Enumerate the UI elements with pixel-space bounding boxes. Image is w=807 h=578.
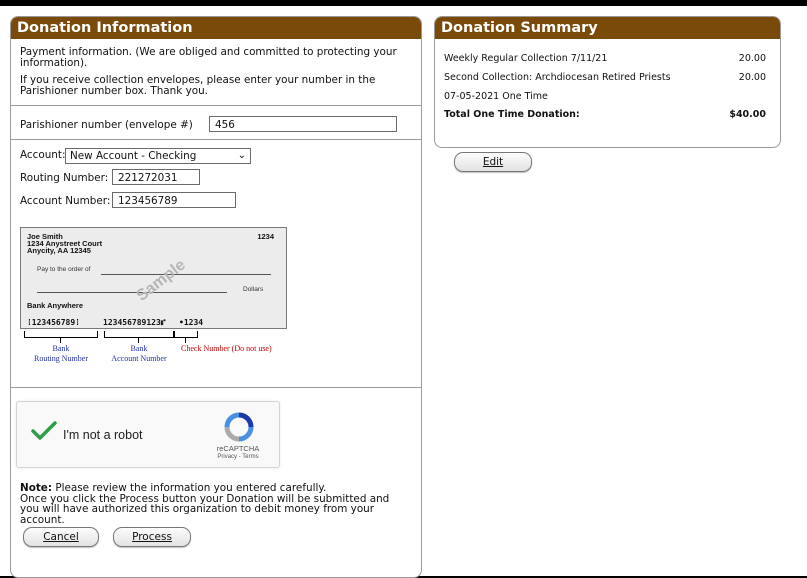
parishioner-number-input[interactable]: 456	[209, 116, 397, 132]
summary-item-amount: 20.00	[738, 72, 766, 83]
check-bracket	[174, 331, 198, 338]
account-pointer	[138, 337, 139, 343]
summary-total-label: Total One Time Donation:	[444, 109, 580, 120]
cancel-button-label: Cancel	[43, 531, 79, 543]
routing-bracket	[24, 331, 98, 338]
check-address2: Anycity, AA 12345	[27, 246, 91, 255]
summary-row: Second Collection: Archdiocesan Retired …	[444, 72, 766, 83]
edit-button[interactable]: Edit	[454, 152, 532, 172]
recaptcha-terms-link[interactable]: Privacy - Terms	[213, 454, 263, 460]
summary-total-row: Total One Time Donation: $40.00	[444, 109, 766, 120]
summary-row: Weekly Regular Collection 7/11/21 20.00	[444, 53, 766, 64]
edit-button-label: Edit	[482, 156, 504, 168]
summary-total-value: $40.00	[729, 109, 766, 120]
pay-to-line	[101, 274, 271, 275]
account-number-input[interactable]: 123456789	[112, 192, 236, 208]
bank-name: Bank Anywhere	[27, 301, 83, 310]
donation-information-panel: Donation Information Payment information…	[10, 16, 422, 578]
recaptcha-brand: reCAPTCHA	[216, 444, 260, 453]
recaptcha-logo-icon	[224, 412, 254, 442]
recaptcha-widget[interactable]: I'm not a robot reCAPTCHA Privacy - Term…	[16, 401, 280, 468]
check-number: 1234	[257, 232, 274, 241]
account-caption: Bank Account Number	[111, 344, 167, 363]
micr-account: 123456789123⑈	[103, 318, 166, 327]
sample-watermark: Sample	[133, 256, 189, 305]
summary-item-label: Second Collection: Archdiocesan Retired …	[444, 72, 671, 83]
amount-line	[37, 292, 227, 293]
process-button[interactable]: Process	[113, 527, 191, 547]
checkmark-icon[interactable]	[31, 420, 57, 442]
account-select[interactable]: New Account - Checking ⌄	[65, 148, 251, 164]
note-text: Note: Please review the information you …	[20, 483, 411, 525]
divider	[11, 105, 421, 106]
cancel-button[interactable]: Cancel	[23, 527, 99, 547]
summary-item-amount: 20.00	[738, 53, 766, 64]
dollars-label: Dollars	[243, 286, 264, 293]
summary-schedule: 07-05-2021 One Time	[444, 91, 548, 102]
donation-summary-header: Donation Summary	[435, 17, 780, 39]
parishioner-label: Parishioner number (envelope #)	[20, 119, 193, 131]
envelope-info-text: If you receive collection envelopes, ple…	[20, 74, 376, 97]
routing-number-input[interactable]: 221272031	[112, 169, 200, 185]
summary-item-label: Weekly Regular Collection 7/11/21	[444, 53, 608, 64]
routing-caption: Bank Routing Number	[34, 344, 88, 363]
divider	[11, 139, 421, 140]
pay-to-label: Pay to the order of	[37, 266, 91, 273]
donation-summary-panel: Donation Summary Weekly Regular Collecti…	[434, 16, 781, 148]
routing-pointer	[60, 337, 61, 343]
routing-label: Routing Number:	[20, 172, 109, 184]
chevron-down-icon: ⌄	[237, 150, 246, 161]
account-number-label: Account Number:	[20, 195, 111, 207]
note-text-2: Once you click the Process button your D…	[20, 492, 390, 526]
process-button-label: Process	[132, 531, 172, 543]
donation-information-header: Donation Information	[11, 17, 421, 39]
divider	[11, 387, 421, 388]
page: Donation Information Payment information…	[0, 6, 807, 578]
account-select-value: New Account - Checking	[70, 150, 197, 162]
check-sample-image: Joe Smith 1234 Anystreet Court Anycity, …	[20, 227, 287, 329]
payment-info-text: Payment information. (We are obliged and…	[20, 46, 397, 69]
micr-check: •1234	[179, 318, 204, 327]
check-caption: Check Number (Do not use)	[181, 344, 272, 353]
recaptcha-label: I'm not a robot	[63, 428, 143, 442]
check-pointer	[185, 337, 186, 343]
account-label: Account:	[20, 149, 66, 161]
account-bracket	[104, 331, 174, 338]
micr-routing: ⁞123456789⁞	[27, 318, 80, 327]
